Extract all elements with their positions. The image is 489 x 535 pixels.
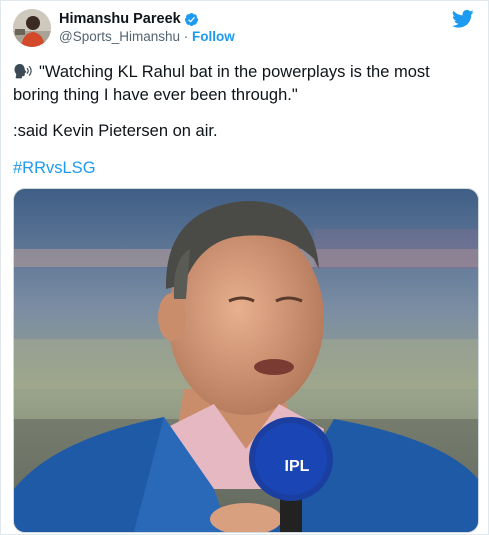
attribution-text: :said Kevin Pietersen on air. bbox=[13, 122, 218, 140]
microphone-ipl-text: IPL bbox=[285, 458, 310, 475]
separator: · bbox=[180, 29, 193, 44]
avatar-photo bbox=[13, 9, 51, 47]
quote-text-line2: boring thing I have ever been through." bbox=[13, 86, 298, 104]
quote-text-line1: "Watching KL Rahul bat in the powerplays… bbox=[39, 63, 430, 81]
handle[interactable]: @Sports_Himanshu bbox=[59, 29, 180, 44]
speaking-head-icon bbox=[13, 63, 33, 81]
twitter-bird-icon[interactable] bbox=[451, 9, 474, 29]
tweet-card: Himanshu Pareek @Sports_Himanshu · Follo… bbox=[0, 0, 489, 535]
handle-row: @Sports_Himanshu · Follow bbox=[59, 29, 235, 44]
verified-badge-icon bbox=[184, 12, 199, 27]
tweet-header: Himanshu Pareek @Sports_Himanshu · Follo… bbox=[13, 9, 478, 49]
tweet-media-photo[interactable]: IPL bbox=[13, 188, 479, 533]
photo-kevin-pietersen: IPL bbox=[14, 189, 478, 532]
user-info: Himanshu Pareek @Sports_Himanshu · Follo… bbox=[59, 10, 235, 44]
hashtag-link[interactable]: #RRvsLSG bbox=[13, 159, 96, 178]
quote-line-1: "Watching KL Rahul bat in the powerplays… bbox=[13, 61, 475, 84]
display-name[interactable]: Himanshu Pareek bbox=[59, 11, 181, 27]
name-row: Himanshu Pareek bbox=[59, 10, 235, 28]
avatar[interactable] bbox=[13, 9, 51, 47]
tweet-text: "Watching KL Rahul bat in the powerplays… bbox=[13, 61, 475, 107]
follow-button[interactable]: Follow bbox=[192, 29, 235, 44]
